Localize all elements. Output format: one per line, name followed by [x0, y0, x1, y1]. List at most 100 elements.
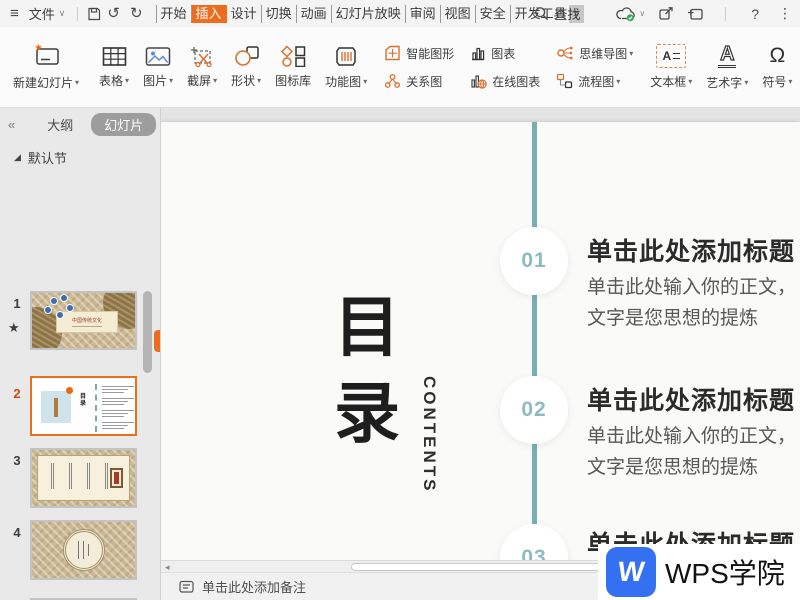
wps-academy-label: WPS学院: [665, 552, 785, 592]
slide-4-number: 4: [8, 525, 26, 540]
undo-button[interactable]: ↺: [107, 6, 120, 21]
slide-thumbnail-3[interactable]: [30, 448, 137, 508]
tab-review[interactable]: 审阅: [406, 5, 441, 23]
picture-icon: [145, 46, 171, 67]
titlebar: ≡ 文件 ∨ ↺ ↻ 开始 插入 设计 切换 动画 幻灯片放映 审阅 视图 安全…: [0, 0, 800, 27]
ribbon-toolbar: 新建幻灯片 表格 图片: [0, 27, 800, 108]
titlebar-actions: 查找 ∨ ? ⋮: [534, 0, 792, 27]
slide-thumbnail-1[interactable]: 中国传统文化: [30, 291, 137, 350]
divider: [725, 7, 726, 21]
tab-animation[interactable]: 动画: [297, 5, 332, 23]
omega-symbol-icon: Ω: [769, 44, 785, 68]
ribbon-tabs: 开始 插入 设计 切换 动画 幻灯片放映 审阅 视图 安全 开发工具 特色应用 …: [156, 5, 568, 23]
diagram-button-group: 智能图形 关系图 图表: [384, 42, 633, 92]
tab-design[interactable]: 设计: [227, 5, 262, 23]
section-header[interactable]: ◢ 默认节: [14, 148, 67, 167]
tab-insert[interactable]: 插入: [192, 5, 227, 23]
save-icon: [86, 6, 102, 22]
file-menu-label: 文件: [29, 4, 55, 23]
new-window-button[interactable]: [687, 7, 704, 21]
online-chart-button[interactable]: 在线图表: [470, 70, 540, 92]
undo-icon: ↺: [107, 5, 120, 22]
screenshot-button[interactable]: 截屏: [180, 30, 224, 104]
chart-button[interactable]: 图表: [470, 42, 540, 64]
wps-logo-icon: W: [606, 547, 656, 597]
shapes-icon: [233, 45, 260, 67]
wps-academy-logo[interactable]: W WPS学院: [598, 544, 800, 600]
slide-background: [161, 122, 800, 560]
online-chart-icon: [470, 73, 487, 89]
slide-panel: « 大纲 幻灯片 ◢ 默认节 1 ★ 中国传统文化 2 目录 3: [0, 108, 160, 600]
icon-library-button[interactable]: 图标库: [268, 30, 318, 104]
flow-chart-button[interactable]: 流程图: [556, 70, 633, 92]
slide-2-number: 2: [8, 386, 26, 401]
tab-home[interactable]: 开始: [156, 5, 192, 23]
smart-graphic-button[interactable]: 智能图形: [384, 42, 454, 64]
toc-divider-line: [532, 122, 537, 560]
file-menu[interactable]: 文件 ∨: [25, 2, 70, 25]
save-button[interactable]: [86, 6, 102, 22]
search-label: 查找: [554, 4, 580, 23]
toc-heading: 单击此处添加标题: [587, 381, 795, 417]
title-char-bottom: 录: [329, 370, 405, 456]
notes-icon: [179, 580, 195, 594]
cloud-sync-icon: [615, 6, 637, 22]
slide-thumbnail-2-selected[interactable]: 目录: [30, 376, 137, 436]
search-button[interactable]: 查找: [534, 4, 580, 23]
new-slide-button[interactable]: 新建幻灯片: [6, 30, 86, 104]
function-diagram-button[interactable]: 功能图: [318, 30, 374, 104]
thumb1-title: 中国传统文化: [72, 318, 102, 324]
screenshot-icon: [189, 45, 215, 67]
function-diagram-icon: [333, 45, 359, 68]
slide-title[interactable]: 目 录: [329, 284, 405, 456]
title-char-top: 目: [329, 284, 405, 370]
shapes-button[interactable]: 形状: [224, 30, 268, 104]
toc-heading: 单击此处添加标题: [587, 232, 795, 268]
smart-graphic-icon: [384, 45, 401, 61]
slide-thumbnail-4[interactable]: [30, 520, 137, 580]
share-button[interactable]: [658, 6, 674, 21]
slide-1-number: 1: [8, 296, 26, 311]
flow-chart-icon: [556, 73, 573, 89]
word-art-button[interactable]: A 艺术字: [699, 30, 755, 104]
slide-subtitle[interactable]: CONTENTS: [419, 376, 439, 494]
chevron-down-icon: ∨: [59, 8, 66, 19]
cloud-sync-button[interactable]: ∨: [615, 6, 645, 22]
chart-icon: [470, 45, 486, 61]
new-window-icon: [687, 7, 704, 21]
tab-security[interactable]: 安全: [476, 5, 511, 23]
relation-diagram-button[interactable]: 关系图: [384, 70, 454, 92]
word-art-icon: A: [714, 43, 740, 69]
section-label: 默认节: [28, 148, 67, 167]
sidebar-scrollbar-thumb[interactable]: [143, 291, 152, 373]
redo-icon: ↻: [130, 5, 143, 22]
tab-transition[interactable]: 切换: [262, 5, 297, 23]
tab-outline[interactable]: 大纲: [47, 115, 73, 134]
pane-resize-handle[interactable]: [154, 330, 160, 352]
tab-slideshow[interactable]: 幻灯片放映: [332, 5, 406, 23]
relation-diagram-icon: [384, 73, 401, 89]
symbol-button[interactable]: Ω 符号: [755, 30, 799, 104]
chevron-down-icon: ∨: [639, 9, 645, 18]
new-slide-icon: [30, 43, 62, 69]
collapse-panel-icon[interactable]: «: [8, 117, 15, 132]
table-icon: [102, 46, 127, 67]
tab-view[interactable]: 视图: [441, 5, 476, 23]
help-button[interactable]: ?: [751, 6, 759, 22]
notes-placeholder: 单击此处添加备注: [202, 577, 306, 596]
hamburger-menu-icon[interactable]: ≡: [10, 5, 19, 22]
toc-number-badge: 02: [500, 376, 568, 444]
slide-canvas[interactable]: 目 录 CONTENTS 01 单击此处添加标题 单击此处输入你的正文， 文字是…: [161, 108, 800, 560]
slide-transition-star-icon: ★: [8, 320, 20, 336]
tab-slides[interactable]: 幻灯片: [91, 113, 156, 136]
redo-button[interactable]: ↻: [130, 6, 143, 21]
panel-tabs: « 大纲 幻灯片: [0, 110, 160, 138]
more-options-button[interactable]: ⋮: [778, 5, 792, 22]
text-box-button[interactable]: A 文本框: [643, 30, 699, 104]
toc-number-badge: 01: [500, 227, 568, 295]
table-button[interactable]: 表格: [92, 30, 136, 104]
mind-map-button[interactable]: 思维导图: [556, 42, 633, 64]
divider: [77, 7, 78, 21]
picture-button[interactable]: 图片: [136, 30, 180, 104]
toc-body: 单击此处输入你的正文， 文字是您思想的提炼: [587, 421, 796, 483]
